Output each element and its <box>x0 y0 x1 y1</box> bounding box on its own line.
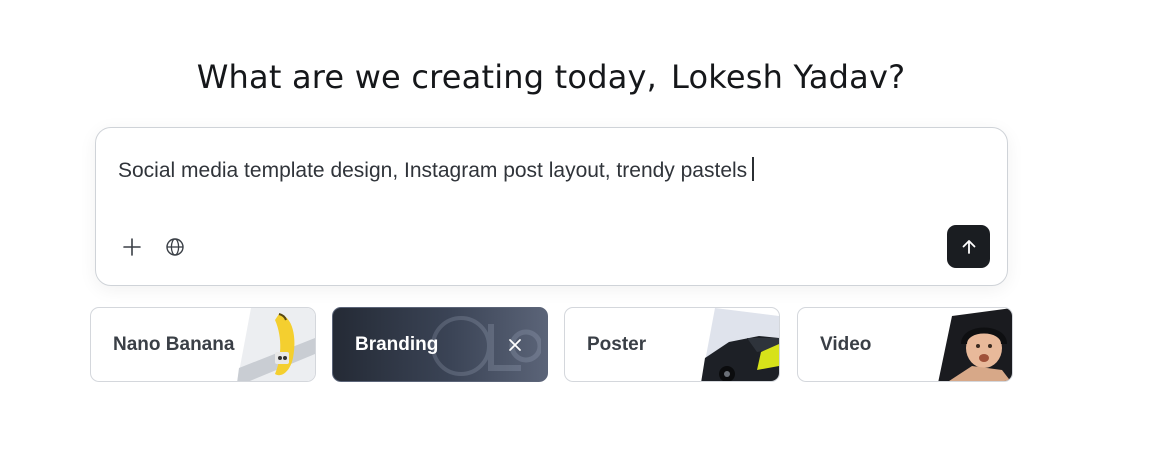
arrow-up-icon <box>962 239 975 254</box>
prompt-input[interactable]: Social media template design, Instagram … <box>118 157 754 183</box>
globe-icon <box>166 238 184 256</box>
prompt-composer: Social media template design, Instagram … <box>95 127 1008 286</box>
web-search-button[interactable] <box>160 232 190 262</box>
mode-card-nano-banana[interactable]: Nano Banana <box>90 307 316 382</box>
user-name: Lokesh Yadav? <box>671 58 906 96</box>
mode-card-branding[interactable]: Branding <box>332 307 548 382</box>
car-image <box>701 308 779 381</box>
mode-card-video[interactable]: Video <box>797 307 1013 382</box>
mode-label: Poster <box>587 334 647 355</box>
send-button[interactable] <box>947 225 990 268</box>
page-title: What are we creating today, Lokesh Yadav? <box>0 58 1102 96</box>
mode-label: Video <box>820 334 872 355</box>
add-attachment-button[interactable] <box>117 232 147 262</box>
prompt-value: Social media template design, Instagram … <box>118 159 748 182</box>
mode-card-poster[interactable]: Poster <box>564 307 780 382</box>
mode-label: Nano Banana <box>113 334 235 355</box>
greeting-prefix: What are we creating today, <box>196 58 658 96</box>
deselect-branding-button[interactable] <box>505 335 525 355</box>
baby-image <box>938 308 1012 381</box>
close-icon <box>509 339 521 351</box>
text-caret <box>752 157 754 181</box>
plus-icon <box>123 238 141 256</box>
mode-label: Branding <box>355 334 439 355</box>
banana-image <box>237 308 315 381</box>
